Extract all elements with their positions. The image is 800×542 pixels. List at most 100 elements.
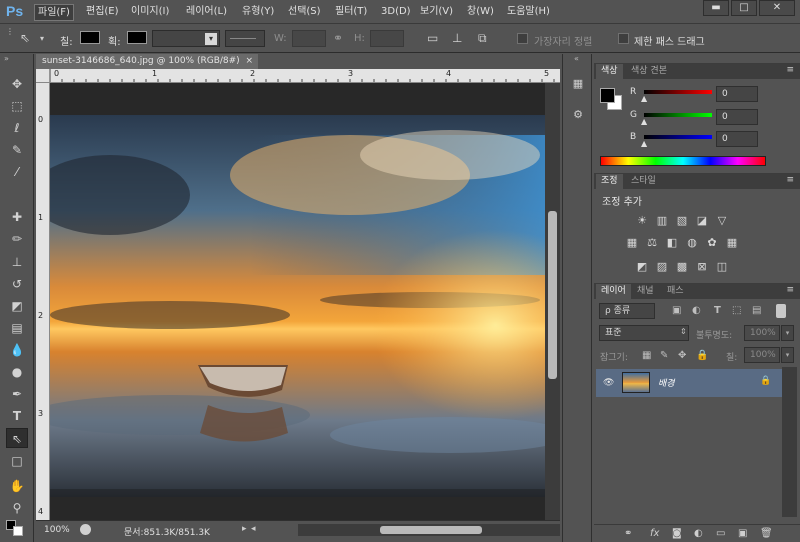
align-edges-checkbox[interactable]	[517, 33, 528, 44]
filter-toggle-icon[interactable]	[776, 304, 786, 318]
link-layers-icon[interactable]: ⚭	[624, 528, 632, 539]
type-filter-icon[interactable]: T	[714, 305, 721, 316]
pixel-filter-icon[interactable]: ▣	[672, 305, 681, 316]
new-layer-icon[interactable]: ▣	[738, 528, 747, 539]
stroke-width-dropdown[interactable]: ▾	[152, 30, 220, 47]
gradient-tool-icon[interactable]: ▤	[6, 318, 28, 338]
collapse-icon[interactable]: »	[4, 54, 9, 63]
fx-icon[interactable]: fx	[650, 528, 659, 539]
g-slider[interactable]	[644, 113, 712, 117]
vertical-scroll-thumb[interactable]	[548, 211, 557, 379]
minimize-button[interactable]: ▬	[703, 0, 729, 16]
path-arrangement-icon[interactable]: ⧉	[478, 31, 487, 46]
lasso-tool-icon[interactable]: ℓ	[6, 118, 28, 138]
trash-icon[interactable]: 🗑	[760, 528, 773, 539]
collapse-icon[interactable]: «	[574, 54, 579, 63]
exposure-icon[interactable]: ◪	[694, 214, 710, 228]
maximize-button[interactable]: □	[731, 0, 757, 16]
close-button[interactable]: ✕	[759, 0, 795, 16]
zoom-tool-icon[interactable]: ⚲	[6, 498, 28, 518]
marquee-tool-icon[interactable]: ⬚	[6, 96, 28, 116]
panel-menu-icon[interactable]: ≡	[786, 65, 794, 75]
document-tab[interactable]: sunset-3146686_640.jpg @ 100% (RGB/8#) ×	[36, 54, 258, 69]
hue-saturation-icon[interactable]: ▦	[624, 236, 640, 250]
status-menu-icon[interactable]: ▸	[242, 524, 247, 534]
r-slider[interactable]	[644, 90, 712, 94]
fill-swatch[interactable]	[80, 31, 100, 44]
tab-paths[interactable]: 패스	[662, 284, 689, 299]
lock-position-icon[interactable]: ✥	[678, 350, 686, 361]
close-tab-icon[interactable]: ×	[245, 54, 253, 68]
layer-name[interactable]: 배경	[658, 376, 675, 389]
color-spectrum[interactable]	[600, 156, 766, 166]
layer-filter-dropdown[interactable]: ρ 종류	[599, 303, 655, 319]
zoom-level[interactable]: 100%	[44, 525, 70, 535]
layer-row-background[interactable]: 👁 배경 🔒	[596, 369, 782, 397]
clone-stamp-tool-icon[interactable]: ⊥	[6, 252, 28, 272]
b-slider[interactable]	[644, 135, 712, 139]
path-operations-icon[interactable]: ▭	[427, 31, 438, 45]
shape-tool-icon[interactable]: □	[6, 451, 28, 471]
chevron-down-icon[interactable]: ▾	[781, 347, 794, 363]
document-canvas[interactable]	[50, 83, 545, 520]
gradient-map-icon[interactable]: ⊠	[694, 260, 710, 274]
adjustment-layer-icon[interactable]: ◐	[694, 528, 703, 539]
lock-image-icon[interactable]: ✎	[660, 350, 668, 361]
posterize-icon[interactable]: ▨	[654, 260, 670, 274]
menu-edit[interactable]: 편집(E)	[83, 4, 122, 21]
path-alignment-icon[interactable]: ⊥	[452, 31, 462, 45]
menu-type[interactable]: 유형(Y)	[239, 4, 277, 21]
move-tool-icon[interactable]: ✥	[6, 74, 28, 94]
quick-select-tool-icon[interactable]: ✎	[6, 140, 28, 160]
selective-color-icon[interactable]: ◫	[714, 260, 730, 274]
add-mask-icon[interactable]: ◙	[672, 528, 682, 539]
tab-swatches[interactable]: 색상 견본	[626, 64, 672, 79]
adjustment-filter-icon[interactable]: ◐	[692, 305, 701, 316]
color-balance-icon[interactable]: ⚖	[644, 236, 660, 250]
menu-help[interactable]: 도움말(H)	[504, 4, 553, 21]
lock-transparency-icon[interactable]: ▦	[642, 350, 651, 361]
vertical-scrollbar[interactable]	[545, 83, 560, 520]
tab-adjustments[interactable]: 조정	[596, 174, 623, 189]
panel-menu-icon[interactable]: ≡	[786, 175, 794, 185]
tab-channels[interactable]: 채널	[632, 284, 659, 299]
eyedropper-tool-icon[interactable]: ⁄	[6, 162, 28, 182]
path-select-icon[interactable]: ⇖	[20, 31, 30, 45]
height-field[interactable]	[370, 30, 404, 47]
tab-color[interactable]: 색상	[596, 64, 623, 79]
menu-window[interactable]: 창(W)	[464, 4, 497, 21]
invert-icon[interactable]: ◩	[634, 260, 650, 274]
menu-3d[interactable]: 3D(D)	[378, 4, 414, 21]
blur-tool-icon[interactable]: 💧	[6, 340, 28, 360]
menu-file[interactable]: 파일(F)	[34, 4, 74, 21]
black-white-icon[interactable]: ◧	[664, 236, 680, 250]
tab-styles[interactable]: 스타일	[626, 174, 661, 189]
stroke-type-dropdown[interactable]	[225, 30, 265, 47]
foreground-swatch[interactable]	[600, 88, 615, 103]
menu-filter[interactable]: 필터(T)	[332, 4, 370, 21]
sunset-photo[interactable]	[50, 115, 545, 497]
menu-layer[interactable]: 레이어(L)	[183, 4, 230, 21]
eye-icon[interactable]: 👁	[603, 378, 614, 388]
opacity-field[interactable]: 100%	[744, 325, 780, 341]
dodge-tool-icon[interactable]: ●	[6, 362, 28, 382]
chevron-down-icon[interactable]: ▾	[781, 325, 794, 341]
r-slider-thumb[interactable]: ▲	[641, 94, 647, 103]
horizontal-scrollbar[interactable]	[298, 524, 560, 536]
history-brush-tool-icon[interactable]: ↺	[6, 274, 28, 294]
stroke-swatch[interactable]	[127, 31, 147, 44]
scroll-left-icon[interactable]: ◂	[251, 524, 256, 534]
g-value[interactable]: 0	[716, 109, 758, 125]
group-icon[interactable]: ▭	[716, 528, 725, 539]
properties-panel-icon[interactable]: ⚙	[568, 106, 588, 124]
info-icon[interactable]	[80, 524, 91, 535]
blend-mode-dropdown[interactable]: 표준	[599, 325, 689, 341]
width-field[interactable]	[292, 30, 326, 47]
history-panel-icon[interactable]: ▦	[568, 75, 588, 93]
b-value[interactable]: 0	[716, 131, 758, 147]
channel-mixer-icon[interactable]: ✿	[704, 236, 720, 250]
smart-object-filter-icon[interactable]: ▤	[752, 305, 761, 316]
eraser-tool-icon[interactable]: ◩	[6, 296, 28, 316]
vibrance-icon[interactable]: ▽	[714, 214, 730, 228]
levels-icon[interactable]: ▥	[654, 214, 670, 228]
